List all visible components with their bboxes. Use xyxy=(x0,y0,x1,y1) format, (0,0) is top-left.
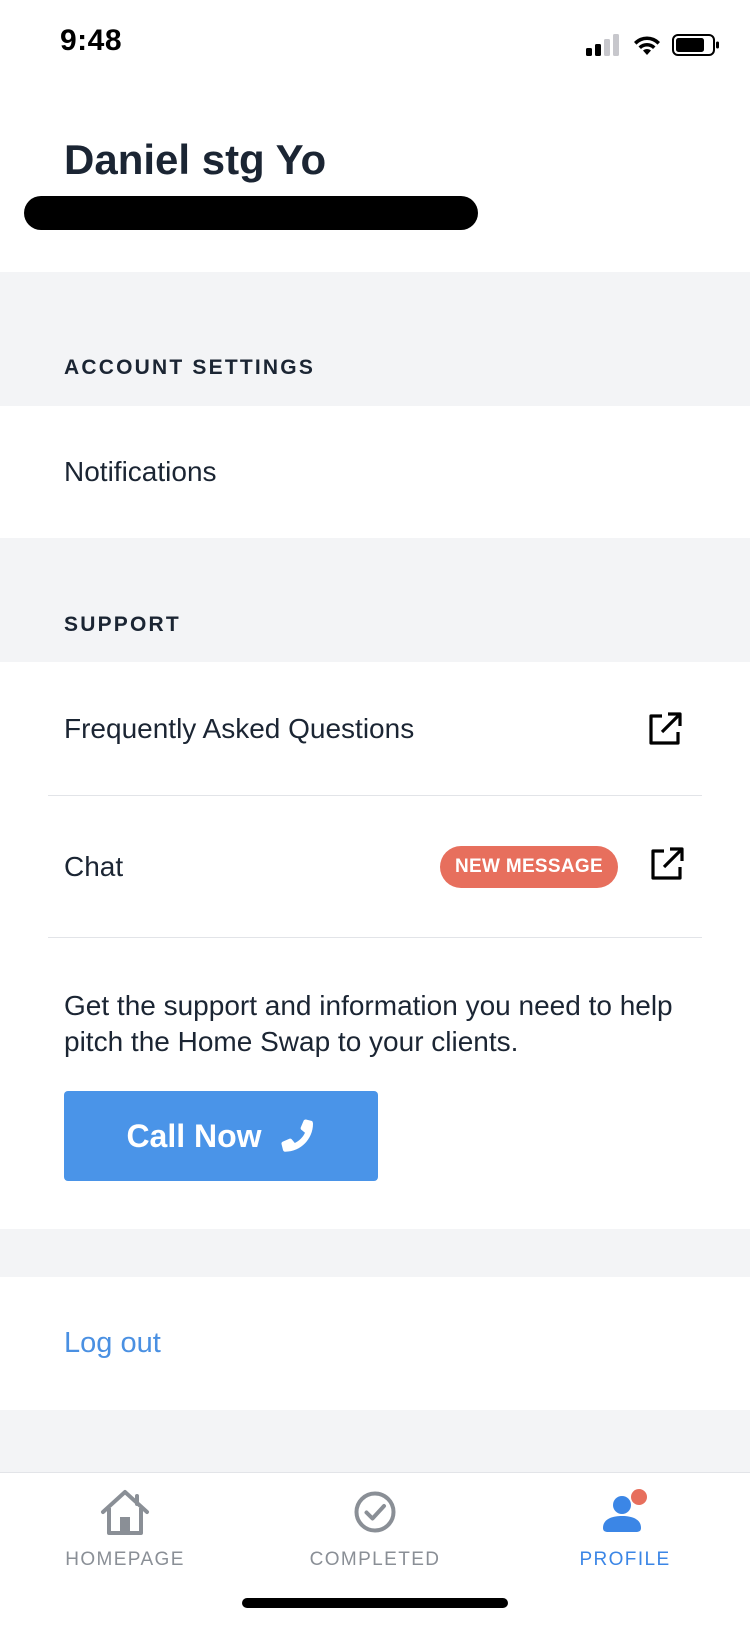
redacted-bar xyxy=(24,196,478,230)
home-indicator xyxy=(242,1598,508,1608)
account-settings-section-header xyxy=(0,272,750,406)
account-settings-heading: ACCOUNT SETTINGS xyxy=(64,356,316,379)
phone-icon xyxy=(281,1119,313,1152)
call-now-button[interactable]: Call Now xyxy=(64,1091,378,1181)
home-icon xyxy=(99,1487,151,1537)
faq-label: Frequently Asked Questions xyxy=(64,713,415,744)
tab-completed[interactable]: COMPLETED xyxy=(250,1473,500,1583)
logout-link[interactable]: Log out xyxy=(64,1327,161,1360)
section-spacer xyxy=(0,1229,750,1277)
status-icons xyxy=(586,30,720,60)
external-link-icon[interactable] xyxy=(646,710,684,748)
section-spacer xyxy=(0,1410,750,1472)
support-description: Get the support and information you need… xyxy=(64,990,673,1057)
profile-icon xyxy=(600,1487,650,1537)
call-now-label: Call Now xyxy=(126,1117,262,1154)
signal-icon xyxy=(586,34,619,56)
tab-label: COMPLETED xyxy=(309,1549,441,1570)
new-message-badge: NEW MESSAGE xyxy=(440,846,618,888)
tab-label: PROFILE xyxy=(579,1549,671,1570)
battery-icon xyxy=(672,34,719,56)
support-section-header xyxy=(0,538,750,662)
user-name: Daniel stg Yo xyxy=(64,136,327,183)
external-link-icon[interactable] xyxy=(648,845,686,883)
divider xyxy=(48,937,702,938)
status-time: 9:48 xyxy=(60,24,123,57)
chat-label: Chat xyxy=(64,851,124,882)
tab-homepage[interactable]: HOMEPAGE xyxy=(0,1473,250,1583)
notifications-item[interactable]: Notifications xyxy=(64,456,217,488)
support-heading: SUPPORT xyxy=(64,613,181,636)
wifi-icon xyxy=(634,36,660,55)
check-circle-icon xyxy=(353,1487,397,1537)
tab-profile[interactable]: PROFILE xyxy=(500,1473,750,1583)
tab-label: HOMEPAGE xyxy=(65,1549,185,1570)
